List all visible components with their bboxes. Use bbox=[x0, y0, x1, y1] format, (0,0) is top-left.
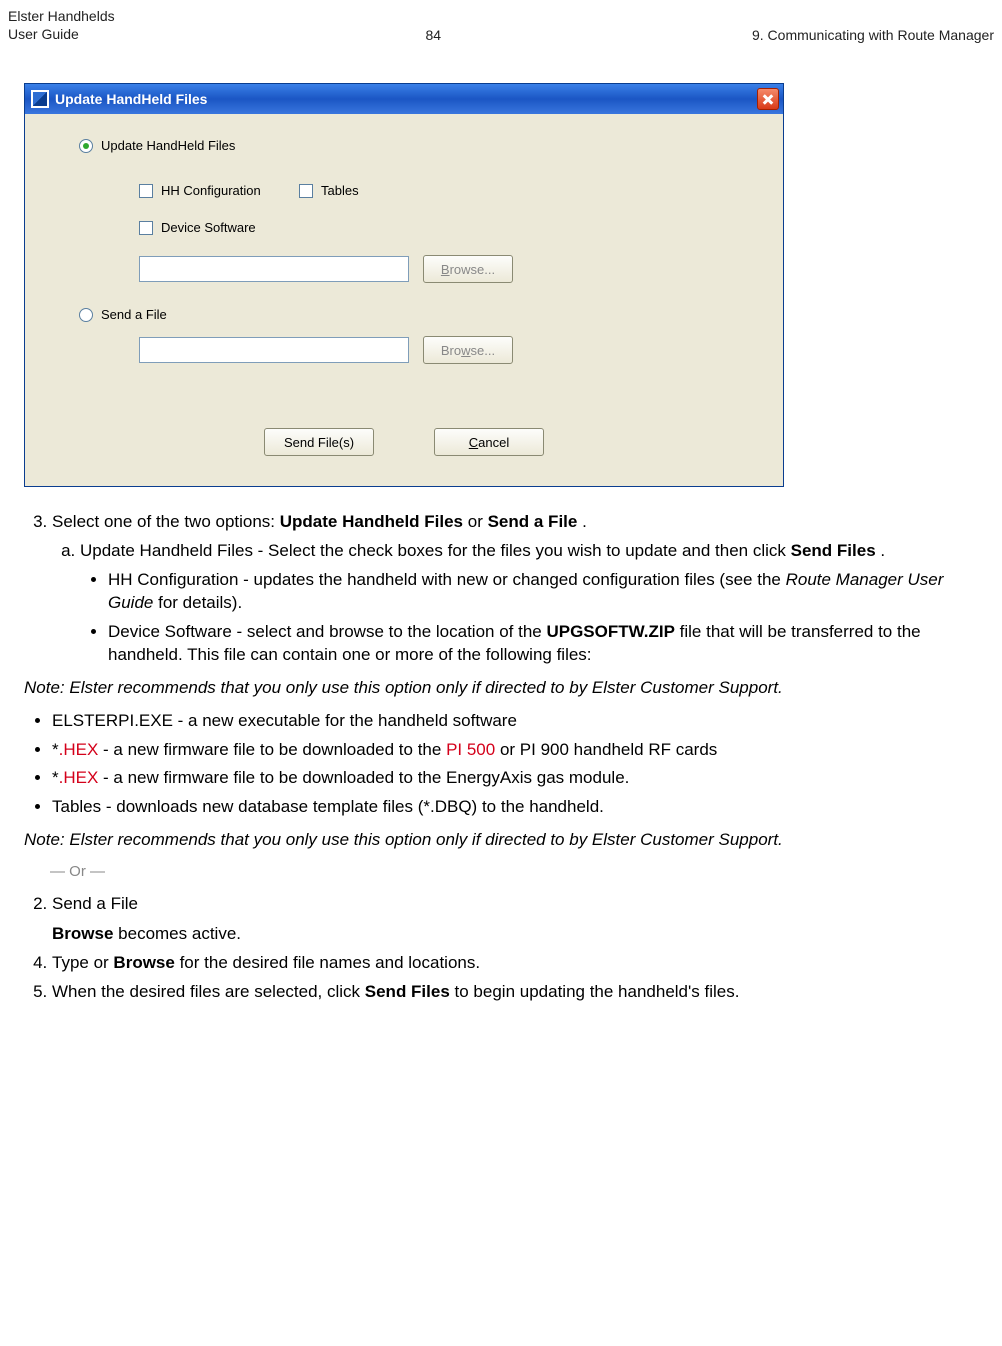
button-text-post: se... bbox=[471, 343, 496, 358]
cancel-button[interactable]: Cancel bbox=[434, 428, 544, 456]
check-tables[interactable]: Tables bbox=[299, 183, 459, 198]
sub-bullet-hex-pi500: *.HEX - a new firmware file to be downlo… bbox=[52, 739, 978, 762]
sub-hex2-end: - a new firmware file to be downloaded t… bbox=[98, 768, 629, 787]
sub-hex2-a: * bbox=[52, 768, 59, 787]
step4-a: Type or bbox=[52, 953, 113, 972]
note-1: Note: Elster recommends that you only us… bbox=[24, 677, 978, 700]
step-5: When the desired files are selected, cli… bbox=[52, 981, 978, 1004]
dialog-button-row: Send File(s) Cancel bbox=[49, 428, 759, 456]
sub-bullet-hex-gas: *.HEX - a new firmware file to be downlo… bbox=[52, 767, 978, 790]
dialog-titlebar[interactable]: Update HandHeld Files bbox=[25, 84, 783, 114]
step3a-bold: Send Files bbox=[791, 541, 876, 560]
step-3: Select one of the two options: Update Ha… bbox=[52, 511, 978, 667]
dialog-title: Update HandHeld Files bbox=[55, 91, 757, 107]
step-3a: Update Handheld Files - Select the check… bbox=[80, 540, 978, 667]
bullet-hh-config: HH Configuration - updates the handheld … bbox=[108, 569, 978, 615]
radio-update-label: Update HandHeld Files bbox=[101, 138, 235, 153]
bullet-hhconfig-b: for details). bbox=[158, 593, 242, 612]
checkbox-icon[interactable] bbox=[139, 221, 153, 235]
sub-hex2-red: .HEX bbox=[59, 768, 99, 787]
note2-label: Note: bbox=[24, 830, 65, 849]
note1-label: Note: bbox=[24, 678, 65, 697]
button-mnemonic: C bbox=[469, 435, 478, 450]
dialog-body: Update HandHeld Files HH Configuration T… bbox=[25, 114, 783, 486]
send-file-path-input[interactable] bbox=[139, 337, 409, 363]
sub-elsterpi: ELSTERPI.EXE - a new executable for the … bbox=[52, 711, 517, 730]
check-device-sw-label: Device Software bbox=[161, 220, 256, 235]
step4-bold: Browse bbox=[113, 953, 174, 972]
step5-a: When the desired files are selected, cli… bbox=[52, 982, 365, 1001]
close-icon[interactable] bbox=[757, 88, 779, 110]
radio-update-row[interactable]: Update HandHeld Files bbox=[79, 138, 759, 153]
note1-text: Elster recommends that you only use this… bbox=[69, 678, 782, 697]
check-tables-label: Tables bbox=[321, 183, 359, 198]
window-icon bbox=[31, 90, 49, 108]
browse-device-software-button[interactable]: Browse... bbox=[423, 255, 513, 283]
bullet-device-software: Device Software - select and browse to t… bbox=[108, 621, 978, 667]
sub-hex1-mid: - a new firmware file to be downloaded t… bbox=[98, 740, 446, 759]
sub-hex1-red2: PI 500 bbox=[446, 740, 495, 759]
browse-send-file-button[interactable]: Browse... bbox=[423, 336, 513, 364]
radio-sendfile-row[interactable]: Send a File bbox=[79, 307, 759, 322]
step3-bold1: Update Handheld Files bbox=[280, 512, 463, 531]
header-right: 9. Communicating with Route Manager bbox=[752, 27, 994, 43]
checkbox-icon[interactable] bbox=[299, 184, 313, 198]
dialog-window: Update HandHeld Files Update HandHeld Fi… bbox=[24, 83, 784, 487]
step3-text-end: . bbox=[582, 512, 587, 531]
device-software-path-input[interactable] bbox=[139, 256, 409, 282]
radio-icon[interactable] bbox=[79, 139, 93, 153]
step3b-text: Send a File bbox=[52, 894, 138, 913]
send-file-path-row: Browse... bbox=[139, 336, 759, 364]
send-files-button[interactable]: Send File(s) bbox=[264, 428, 374, 456]
step3-text-a: Select one of the two options: bbox=[52, 512, 280, 531]
checkbox-icon[interactable] bbox=[139, 184, 153, 198]
note-2: Note: Elster recommends that you only us… bbox=[24, 829, 978, 852]
bullet-devsw-bold: UPGSOFTW.ZIP bbox=[546, 622, 674, 641]
page-number: 84 bbox=[115, 27, 752, 43]
bullet-tables-text: Tables - downloads new database template… bbox=[52, 797, 604, 816]
button-mnemonic: B bbox=[441, 262, 450, 277]
step3-bold2: Send a File bbox=[488, 512, 578, 531]
step-3b: Send a File Browse becomes active. bbox=[52, 893, 978, 947]
check-hh-config-label: HH Configuration bbox=[161, 183, 261, 198]
bullet-hhconfig-a: HH Configuration - updates the handheld … bbox=[108, 570, 786, 589]
header-left-line2: User Guide bbox=[8, 26, 115, 44]
device-software-path-row: Browse... bbox=[139, 255, 759, 283]
button-text-pre: Bro bbox=[441, 343, 461, 358]
button-text: Send File(s) bbox=[284, 435, 354, 450]
bullet-tables: Tables - downloads new database template… bbox=[52, 796, 978, 819]
step-4: Type or Browse for the desired file name… bbox=[52, 952, 978, 975]
document-body: Select one of the two options: Update Ha… bbox=[8, 511, 994, 1004]
step3-text-mid: or bbox=[468, 512, 488, 531]
button-text: rowse... bbox=[450, 262, 496, 277]
radio-icon[interactable] bbox=[79, 308, 93, 322]
button-mnemonic: w bbox=[461, 343, 470, 358]
or-separator: — Or — bbox=[50, 862, 978, 882]
check-hh-config[interactable]: HH Configuration bbox=[139, 183, 299, 198]
header-left-line1: Elster Handhelds bbox=[8, 8, 115, 26]
sub-hex1-a: * bbox=[52, 740, 59, 759]
step3b-browse-bold: Browse bbox=[52, 924, 113, 943]
step5-c: to begin updating the handheld's files. bbox=[455, 982, 740, 1001]
step3b-browse-b: becomes active. bbox=[118, 924, 241, 943]
radio-sendfile-label: Send a File bbox=[101, 307, 167, 322]
step3a-text-end: . bbox=[880, 541, 885, 560]
step5-bold: Send Files bbox=[365, 982, 450, 1001]
step3a-text-a: Update Handheld Files - Select the check… bbox=[80, 541, 791, 560]
sub-hex1-end: or PI 900 handheld RF cards bbox=[495, 740, 717, 759]
header-left: Elster Handhelds User Guide bbox=[8, 8, 115, 43]
step4-c: for the desired file names and locations… bbox=[180, 953, 481, 972]
note2-text: Elster recommends that you only use this… bbox=[69, 830, 782, 849]
running-header: Elster Handhelds User Guide 84 9. Commun… bbox=[8, 8, 994, 43]
check-device-software[interactable]: Device Software bbox=[139, 220, 299, 235]
sub-hex1-red1: .HEX bbox=[59, 740, 99, 759]
sub-bullet-elsterpi: ELSTERPI.EXE - a new executable for the … bbox=[52, 710, 978, 733]
button-text: ancel bbox=[478, 435, 509, 450]
bullet-devsw-a: Device Software - select and browse to t… bbox=[108, 622, 546, 641]
